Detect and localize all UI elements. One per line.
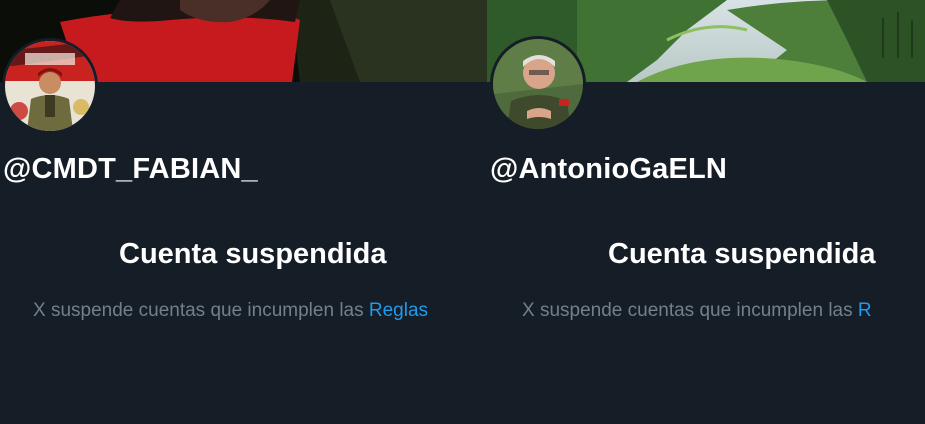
suspension-title: Cuenta suspendida <box>119 238 387 270</box>
avatar[interactable] <box>2 38 98 134</box>
suspension-message-text: X suspende cuentas que incumplen las <box>33 300 364 321</box>
avatar-image <box>493 39 583 129</box>
profile-panel-antoniogaeln: @AntonioGaELN Cuenta suspendida X suspen… <box>487 0 925 424</box>
profile-handle: @CMDT_FABIAN_ <box>3 153 258 185</box>
suspension-message: X suspende cuentas que incumplen las R <box>522 300 872 322</box>
rules-link[interactable]: Reglas <box>369 300 428 321</box>
profile-handle: @AntonioGaELN <box>490 153 728 185</box>
suspension-message-text: X suspende cuentas que incumplen las <box>522 300 853 321</box>
avatar[interactable] <box>490 36 586 132</box>
rules-link[interactable]: R <box>858 300 872 321</box>
suspension-message: X suspende cuentas que incumplen las Reg… <box>33 300 428 322</box>
profile-panel-cmdt-fabian: @CMDT_FABIAN_ Cuenta suspendida X suspen… <box>0 0 487 424</box>
suspension-title: Cuenta suspendida <box>608 238 876 270</box>
avatar-image <box>5 41 95 131</box>
